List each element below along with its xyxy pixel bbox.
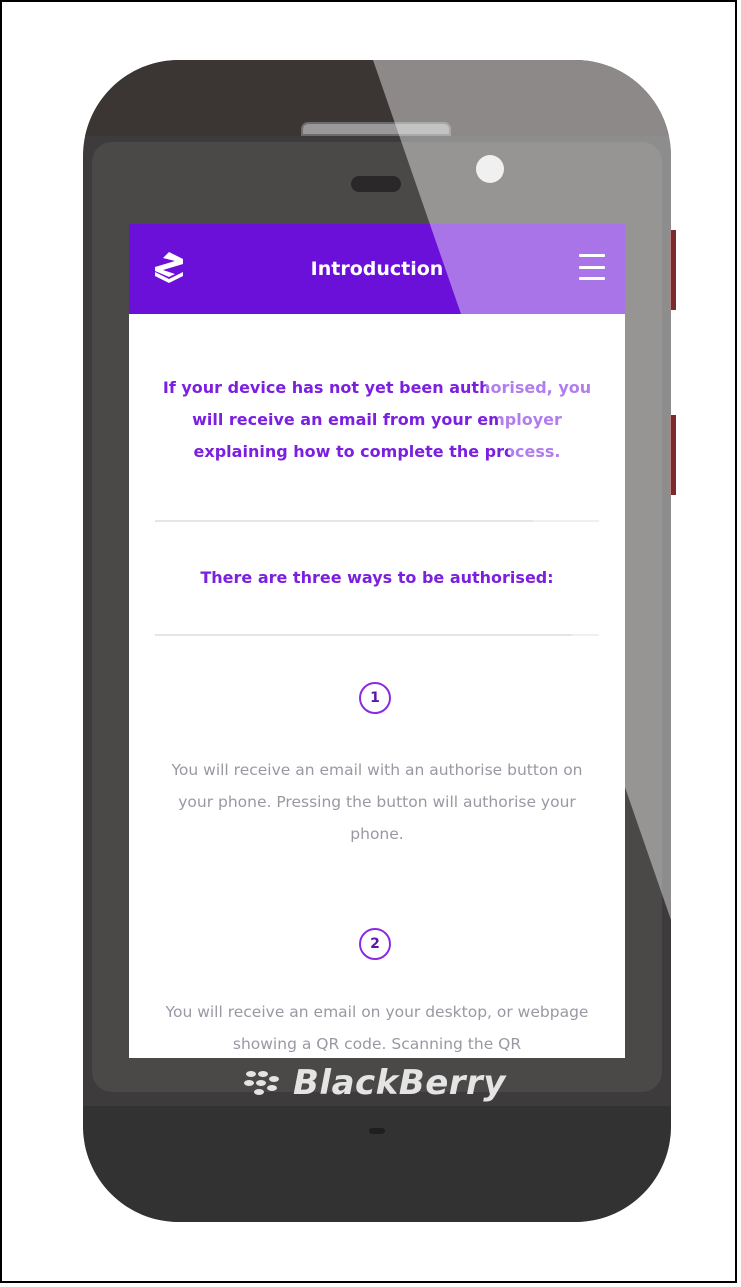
step-number-badge: 1 [359, 682, 391, 714]
earpiece [351, 176, 401, 192]
app-header: Introduction [129, 224, 625, 314]
blackberry-logo-icon [244, 1071, 279, 1095]
home-notch [369, 1128, 385, 1134]
app-screen: Introduction If your device has not yet … [129, 224, 625, 1058]
divider [155, 634, 599, 636]
intro-paragraph: If your device has not yet been authoris… [162, 378, 592, 461]
ways-heading: There are three ways to be authorised: [200, 568, 554, 587]
side-button-top[interactable] [670, 230, 676, 310]
hamburger-menu-icon[interactable] [579, 254, 605, 280]
divider [155, 520, 599, 522]
step-number-badge: 2 [359, 928, 391, 960]
speaker-grille [301, 122, 451, 136]
side-button-bottom[interactable] [670, 415, 676, 495]
page-title: Introduction [310, 258, 444, 280]
phone-bottom-band [83, 1106, 671, 1222]
brand-name: BlackBerry [293, 1063, 506, 1103]
step-description: You will receive an email on your deskto… [165, 1003, 589, 1053]
brand-wordmark: BlackBerry [243, 1060, 523, 1106]
front-camera [476, 155, 504, 183]
step-description: You will receive an email with an author… [171, 761, 583, 843]
